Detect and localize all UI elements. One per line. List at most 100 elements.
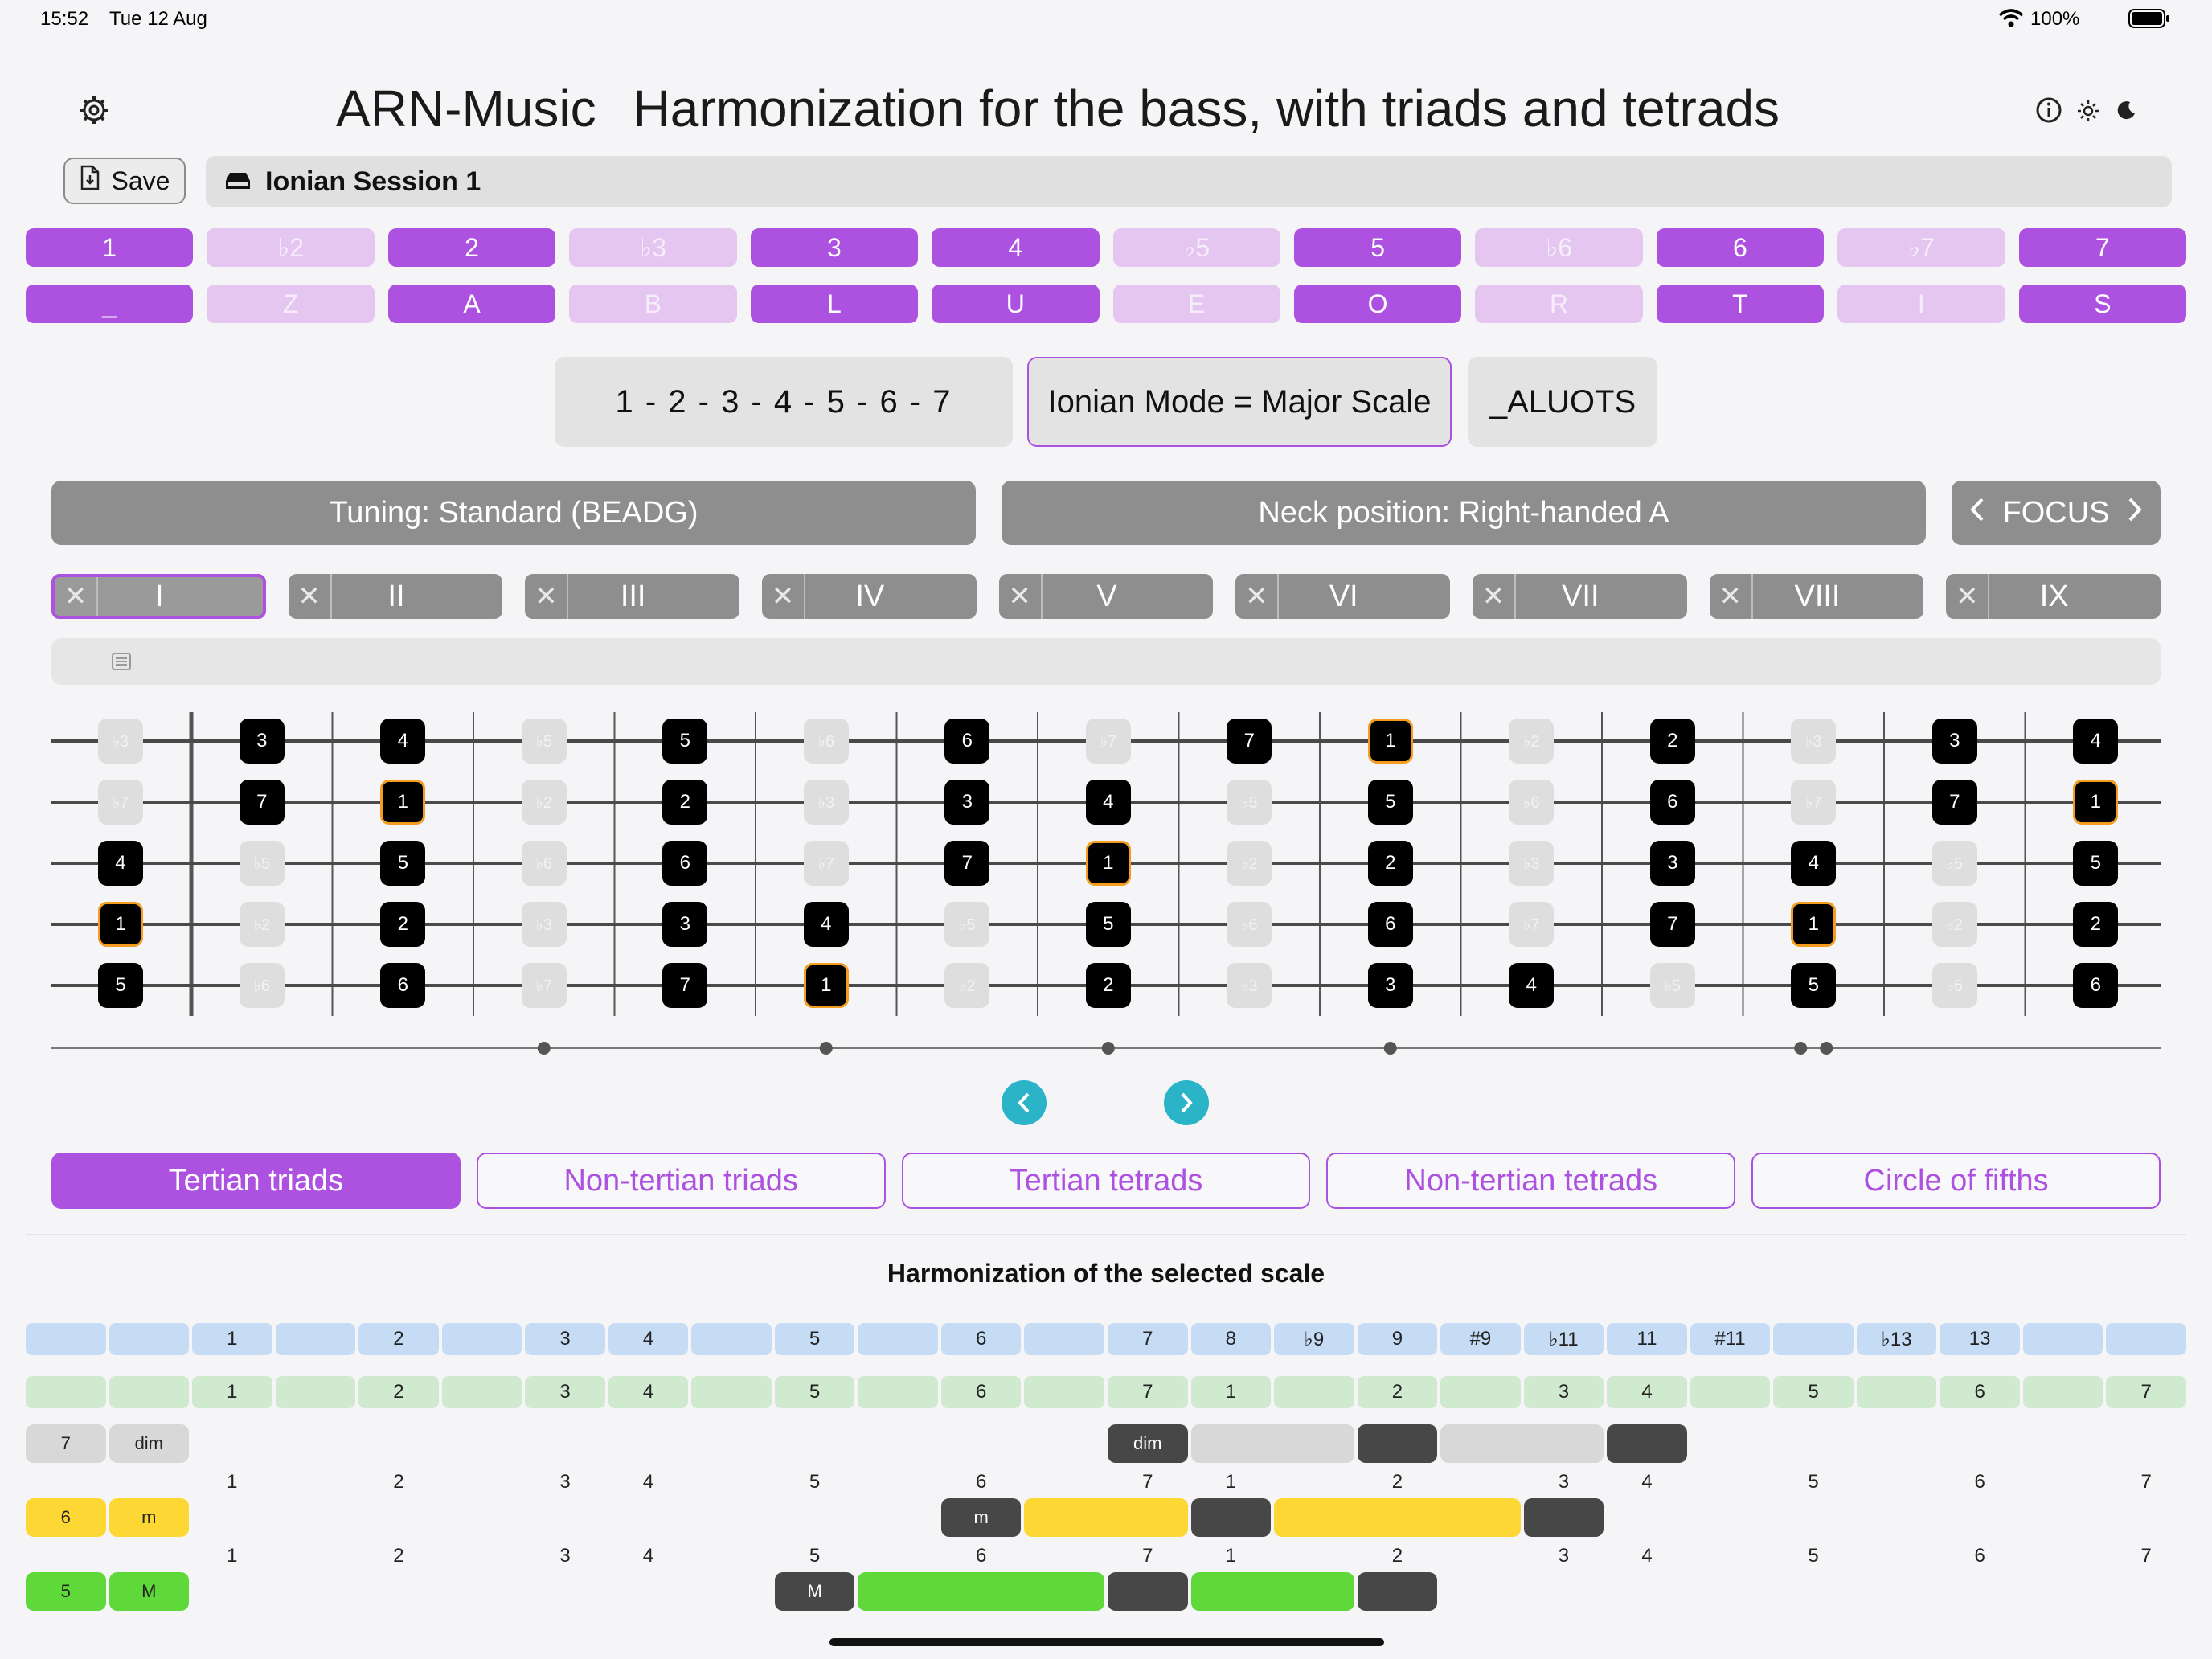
mode-name-button[interactable]: Ionian Mode = Major Scale bbox=[1027, 357, 1452, 447]
prev-position-button[interactable] bbox=[1002, 1080, 1047, 1125]
fret-note[interactable]: 5 bbox=[1791, 963, 1837, 1008]
fret-note[interactable]: 4 bbox=[803, 902, 849, 947]
fret-note[interactable]: 4 bbox=[1791, 841, 1837, 886]
chord-interval-span[interactable] bbox=[1190, 1424, 1354, 1463]
info-icon[interactable] bbox=[2035, 96, 2062, 124]
mode-code[interactable]: _ALUOTS bbox=[1468, 357, 1657, 447]
fret-note[interactable]: 6 bbox=[380, 963, 426, 1008]
fret-note[interactable]: 5 bbox=[662, 719, 708, 764]
next-position-button[interactable] bbox=[1164, 1080, 1209, 1125]
fret-note[interactable]: ♭5 bbox=[1931, 841, 1977, 886]
interval-toggle[interactable]: 6 bbox=[1656, 228, 1825, 267]
position-button[interactable]: ✕ I bbox=[51, 574, 266, 619]
fret-note[interactable]: ♭6 bbox=[803, 719, 849, 764]
interval-toggle[interactable]: 2 bbox=[387, 228, 556, 267]
fret-note[interactable]: ♭5 bbox=[1227, 780, 1272, 825]
focus-next-chevron-icon[interactable] bbox=[2127, 496, 2143, 530]
letter-toggle[interactable]: I bbox=[1837, 285, 2005, 323]
session-selector[interactable]: Ionian Session 1 bbox=[206, 156, 2172, 207]
remove-position-x-icon[interactable]: ✕ bbox=[289, 574, 332, 619]
interval-toggle[interactable]: 3 bbox=[750, 228, 919, 267]
fret-note[interactable]: ♭5 bbox=[521, 719, 567, 764]
letter-toggle[interactable]: O bbox=[1293, 285, 1462, 323]
fret-note[interactable]: ♭3 bbox=[803, 780, 849, 825]
position-button[interactable]: ✕ II bbox=[288, 574, 503, 619]
chord-tone-segment[interactable] bbox=[1108, 1572, 1188, 1611]
fret-note[interactable]: 1 bbox=[1791, 902, 1837, 947]
fret-note[interactable]: 3 bbox=[662, 902, 708, 947]
fret-note[interactable]: 3 bbox=[1649, 841, 1695, 886]
remove-position-x-icon[interactable]: ✕ bbox=[55, 577, 98, 616]
settings-gear-icon[interactable] bbox=[79, 95, 109, 125]
fret-note[interactable]: 1 bbox=[1367, 719, 1413, 764]
fret-note[interactable]: ♭6 bbox=[521, 841, 567, 886]
fret-note[interactable]: ♭6 bbox=[1509, 780, 1555, 825]
remove-position-x-icon[interactable]: ✕ bbox=[525, 574, 569, 619]
position-button[interactable]: ✕ IX bbox=[1946, 574, 2161, 619]
letter-toggle[interactable]: _ bbox=[26, 285, 194, 323]
remove-position-x-icon[interactable]: ✕ bbox=[1946, 574, 1990, 619]
remove-position-x-icon[interactable]: ✕ bbox=[1710, 574, 1753, 619]
fret-note[interactable]: 7 bbox=[662, 963, 708, 1008]
position-button[interactable]: ✕ IV bbox=[761, 574, 977, 619]
fret-note[interactable]: ♭6 bbox=[1931, 963, 1977, 1008]
letter-toggle[interactable]: A bbox=[387, 285, 556, 323]
fret-note[interactable]: 7 bbox=[1227, 719, 1272, 764]
position-button[interactable]: ✕ VIII bbox=[1709, 574, 1924, 619]
scale-formula[interactable]: 1 - 2 - 3 - 4 - 5 - 6 - 7 bbox=[555, 357, 1013, 447]
chord-interval-span[interactable] bbox=[1274, 1498, 1521, 1537]
tab-chord-type[interactable]: Non-tertian tetrads bbox=[1326, 1153, 1736, 1209]
focus-control[interactable]: FOCUS bbox=[1952, 481, 2161, 545]
light-mode-sun-icon[interactable] bbox=[2077, 100, 2099, 122]
chord-interval-span[interactable] bbox=[1024, 1498, 1188, 1537]
fret-note[interactable]: 2 bbox=[1367, 841, 1413, 886]
letter-toggle[interactable]: R bbox=[1475, 285, 1643, 323]
fret-note[interactable]: 7 bbox=[1931, 780, 1977, 825]
fret-note[interactable]: 5 bbox=[1367, 780, 1413, 825]
fret-note[interactable]: ♭6 bbox=[1227, 902, 1272, 947]
chord-tone-segment[interactable]: m bbox=[940, 1498, 1022, 1537]
fret-note[interactable]: ♭5 bbox=[1649, 963, 1695, 1008]
fret-note[interactable]: ♭2 bbox=[944, 963, 990, 1008]
fret-note[interactable]: 2 bbox=[662, 780, 708, 825]
fret-note[interactable]: ♭2 bbox=[1227, 841, 1272, 886]
fret-note[interactable]: ♭7 bbox=[803, 841, 849, 886]
fret-note[interactable]: ♭3 bbox=[1509, 841, 1555, 886]
fret-note[interactable]: ♭7 bbox=[1791, 780, 1837, 825]
tab-chord-type[interactable]: Tertian tetrads bbox=[901, 1153, 1311, 1209]
chord-interval-span[interactable] bbox=[1440, 1424, 1604, 1463]
fret-note[interactable]: 1 bbox=[380, 780, 426, 825]
tab-chord-type[interactable]: Tertian triads bbox=[51, 1153, 461, 1209]
chord-degree-label[interactable]: 5 bbox=[26, 1572, 106, 1611]
fret-note[interactable]: 3 bbox=[944, 780, 990, 825]
fret-note[interactable]: ♭6 bbox=[239, 963, 285, 1008]
tab-chord-type[interactable]: Circle of fifths bbox=[1751, 1153, 2161, 1209]
fret-note[interactable]: 1 bbox=[803, 963, 849, 1008]
fret-note[interactable]: 5 bbox=[2073, 841, 2119, 886]
interval-toggle[interactable]: 1 bbox=[26, 228, 194, 267]
chord-degree-label[interactable]: 6 bbox=[26, 1498, 106, 1537]
letter-toggle[interactable]: Z bbox=[207, 285, 375, 323]
fret-note[interactable]: ♭3 bbox=[521, 902, 567, 947]
save-button[interactable]: Save bbox=[63, 158, 186, 204]
interval-toggle[interactable]: ♭2 bbox=[207, 228, 375, 267]
fret-note[interactable]: 6 bbox=[662, 841, 708, 886]
letter-toggle[interactable]: U bbox=[932, 285, 1100, 323]
fret-note[interactable]: 6 bbox=[944, 719, 990, 764]
fret-note[interactable]: 5 bbox=[380, 841, 426, 886]
fret-note[interactable]: 3 bbox=[1931, 719, 1977, 764]
tuning-selector[interactable]: Tuning: Standard (BEADG) bbox=[51, 481, 976, 545]
fret-note[interactable]: ♭3 bbox=[1227, 963, 1272, 1008]
fret-note[interactable]: ♭5 bbox=[239, 841, 285, 886]
chord-tone-segment[interactable] bbox=[1523, 1498, 1604, 1537]
chord-tone-segment[interactable] bbox=[1357, 1424, 1438, 1463]
fret-note[interactable]: ♭2 bbox=[1931, 902, 1977, 947]
letter-toggle[interactable]: L bbox=[750, 285, 919, 323]
remove-position-x-icon[interactable]: ✕ bbox=[762, 574, 805, 619]
letter-toggle[interactable]: S bbox=[2018, 285, 2186, 323]
fret-note[interactable]: 4 bbox=[1085, 780, 1131, 825]
chord-degree-label[interactable]: 7 bbox=[26, 1424, 106, 1463]
fret-note[interactable]: 7 bbox=[944, 841, 990, 886]
fret-note[interactable]: 7 bbox=[1649, 902, 1695, 947]
position-notes-bar[interactable] bbox=[51, 638, 2161, 685]
